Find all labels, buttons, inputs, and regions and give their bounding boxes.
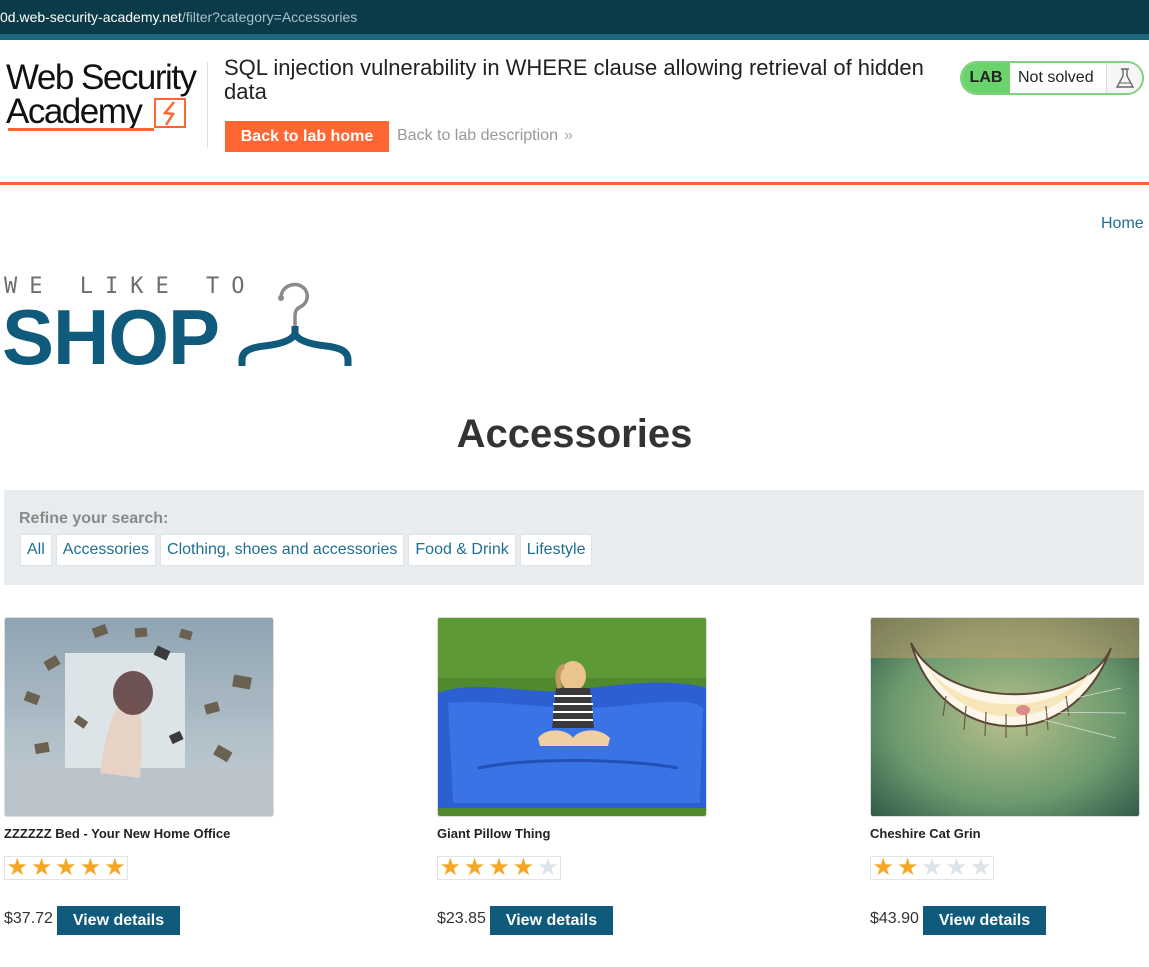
- product-price: $23.85: [437, 910, 486, 927]
- logo-underline: [8, 128, 154, 131]
- shop-logo[interactable]: WE LIKE TO SHOP: [2, 272, 364, 376]
- url-path: /filter?category=Accessories: [181, 9, 358, 25]
- address-bar[interactable]: 0d.web-security-academy.net/filter?categ…: [0, 0, 1149, 34]
- filter-link-clothing[interactable]: Clothing, shoes and accessories: [160, 534, 405, 566]
- star-filled-icon: ★: [439, 854, 461, 881]
- page-title: Accessories: [456, 412, 693, 456]
- lab-status-text: Not solved: [1018, 69, 1094, 86]
- filter-label: Refine your search:: [19, 510, 169, 527]
- filter-link-all[interactable]: All: [20, 534, 52, 566]
- product-rating: ★ ★ ★ ★ ★: [4, 856, 128, 880]
- filter-link-lifestyle[interactable]: Lifestyle: [519, 534, 593, 566]
- product-image: [437, 617, 707, 817]
- view-details-button[interactable]: View details: [923, 906, 1046, 935]
- star-filled-icon: ★: [463, 854, 486, 881]
- star-filled-icon: ★: [488, 854, 510, 881]
- web-security-academy-logo[interactable]: Web Security Academy: [6, 60, 206, 136]
- product-name: Cheshire Cat Grin: [870, 826, 981, 841]
- star-filled-icon: ★: [79, 854, 102, 881]
- product-image: [4, 617, 274, 817]
- back-to-lab-home-button[interactable]: Back to lab home: [225, 121, 389, 152]
- url-host: 0d.web-security-academy.net: [0, 9, 182, 25]
- star-empty-icon: ★: [537, 854, 559, 881]
- star-filled-icon: ★: [30, 854, 53, 881]
- lightning-bolt-icon: [154, 98, 186, 128]
- star-filled-icon: ★: [896, 854, 919, 881]
- product-rating: ★ ★ ★ ★ ★: [437, 856, 561, 880]
- back-to-lab-description-link[interactable]: Back to lab description »: [397, 127, 573, 145]
- academy-header: Web Security Academy SQL injection vulne…: [0, 40, 1149, 185]
- back-to-lab-description-label: Back to lab description: [397, 127, 558, 144]
- product-name: ZZZZZZ Bed - Your New Home Office: [4, 826, 231, 841]
- star-empty-icon: ★: [970, 854, 992, 881]
- logo-line-1: Web Security: [6, 58, 197, 97]
- home-nav-link[interactable]: Home: [1101, 215, 1144, 233]
- star-empty-icon: ★: [945, 854, 968, 881]
- star-empty-icon: ★: [921, 854, 943, 881]
- star-filled-icon: ★: [512, 854, 535, 881]
- flask-icon: [1106, 63, 1142, 93]
- product-name: Giant Pillow Thing: [437, 826, 551, 841]
- hanger-icon: [238, 282, 352, 366]
- product-price: $37.72: [4, 910, 53, 927]
- view-details-button[interactable]: View details: [490, 906, 613, 935]
- star-filled-icon: ★: [872, 854, 894, 881]
- product-rating: ★ ★ ★ ★ ★: [870, 856, 994, 880]
- lab-title: SQL injection vulnerability in WHERE cla…: [224, 55, 924, 104]
- star-filled-icon: ★: [55, 854, 77, 881]
- logo-line-2: Academy: [6, 92, 143, 131]
- header-divider: [207, 62, 208, 148]
- filter-link-accessories[interactable]: Accessories: [55, 534, 157, 566]
- filter-link-food-drink[interactable]: Food & Drink: [408, 534, 516, 566]
- lab-badge: LAB: [962, 63, 1010, 93]
- double-chevron-right-icon: »: [563, 127, 573, 144]
- product-image: [870, 617, 1140, 817]
- product-price: $43.90: [870, 910, 919, 927]
- lab-status-widget: LAB Not solved: [960, 61, 1144, 95]
- star-filled-icon: ★: [104, 854, 126, 881]
- filter-panel: Refine your search: All Accessories Clot…: [4, 490, 1144, 585]
- filter-links: All Accessories Clothing, shoes and acce…: [20, 534, 593, 566]
- star-filled-icon: ★: [6, 854, 28, 881]
- shop-logo-word: SHOP: [2, 293, 220, 381]
- view-details-button[interactable]: View details: [57, 906, 180, 935]
